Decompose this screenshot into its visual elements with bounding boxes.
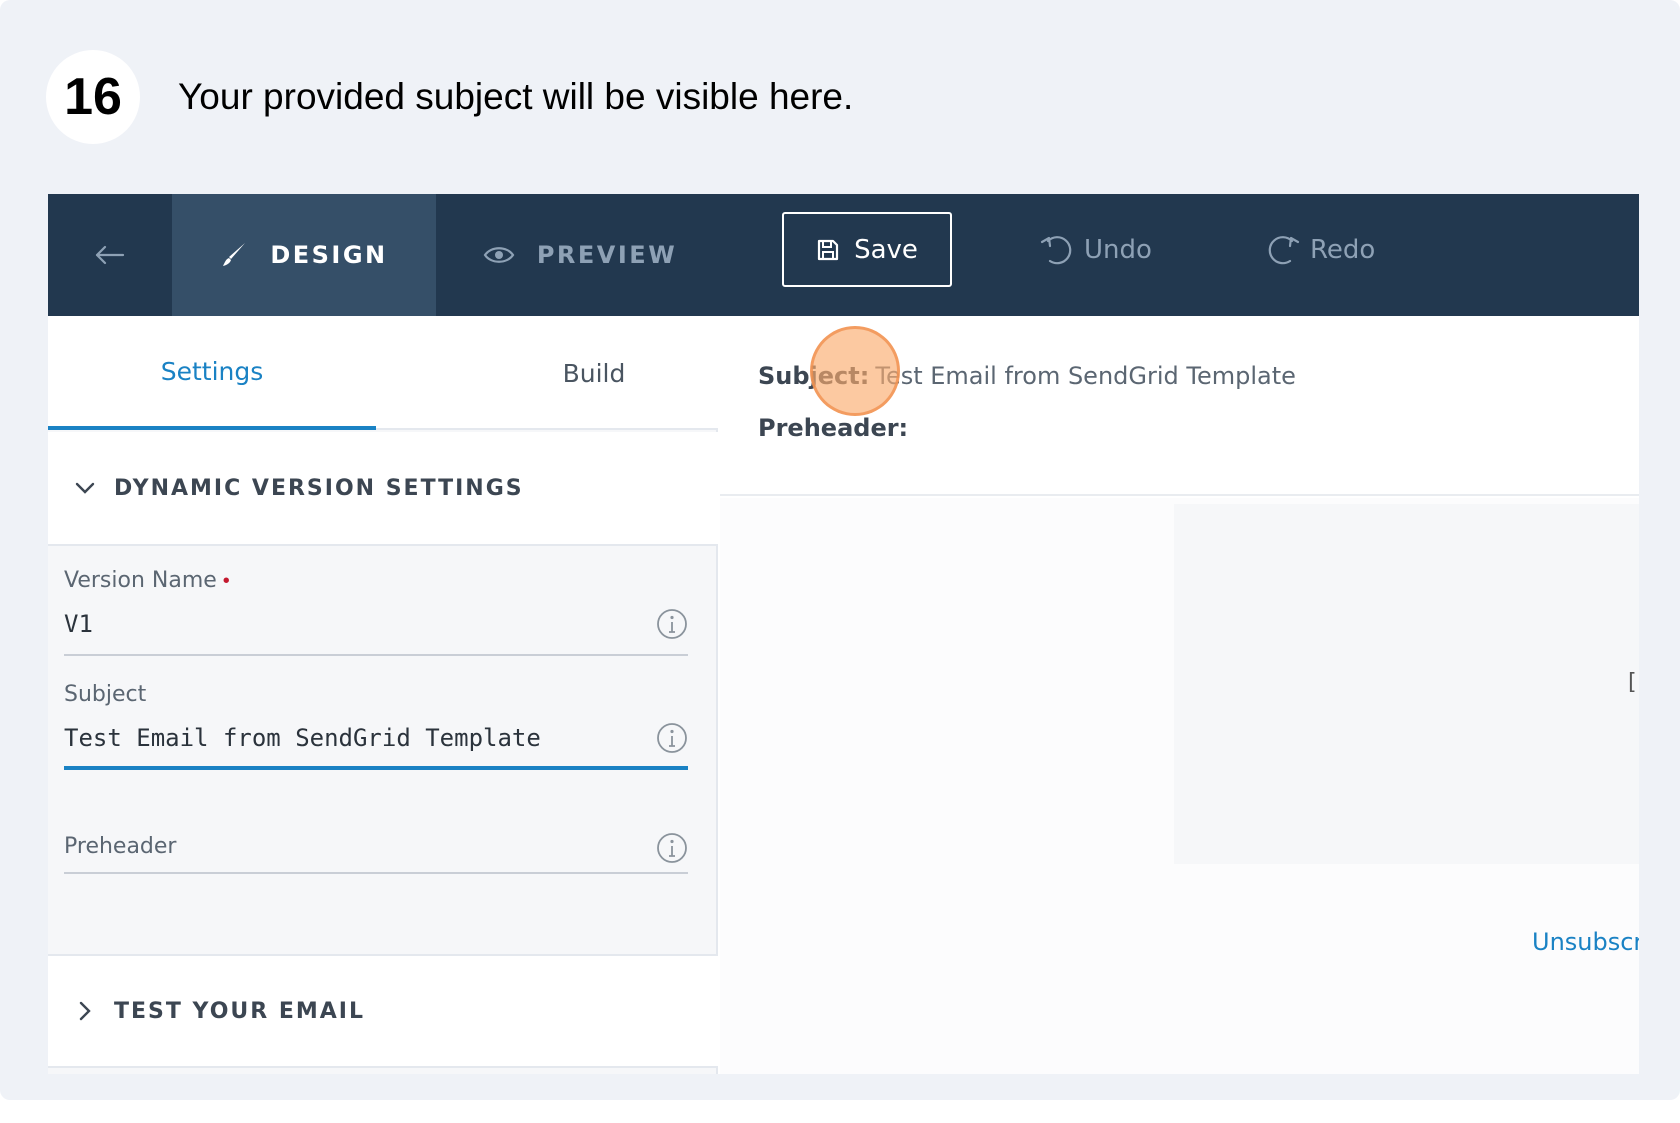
preview-preheader-key: Preheader:: [758, 414, 909, 442]
tab-settings[interactable]: Settings: [48, 316, 376, 430]
email-content-block[interactable]: [1174, 504, 1639, 864]
version-name-input[interactable]: V1: [64, 610, 624, 638]
editor-window: DESIGN PREVIEW Save Undo Redo Settings B…: [48, 194, 1639, 1074]
required-indicator: •: [222, 570, 230, 592]
panel-tabs: Settings Build: [48, 316, 718, 430]
test-your-email-title: TEST YOUR EMAIL: [114, 998, 366, 1024]
test-your-email-header[interactable]: TEST YOUR EMAIL: [48, 954, 718, 1068]
preheader-field: Preheader: [64, 832, 688, 894]
tab-design-label: DESIGN: [270, 241, 388, 269]
version-name-label: Version Name: [64, 568, 217, 593]
brush-icon: [223, 243, 246, 266]
tab-preview-label: PREVIEW: [536, 241, 678, 269]
preview-subject-value: Test Email from SendGrid Template: [875, 362, 1296, 390]
subject-label: Subject: [64, 682, 147, 707]
click-indicator: [810, 326, 900, 416]
undo-icon: [1040, 236, 1072, 265]
unsubscribe-link[interactable]: Unsubscri: [1532, 928, 1639, 956]
subject-underline-active: [64, 766, 688, 770]
subject-field: Subject Test Email from SendGrid Templat…: [64, 682, 688, 782]
tutorial-frame: 16 Your provided subject will be visible…: [0, 0, 1680, 1100]
email-preview-panel: Subject:Test Email from SendGrid Templat…: [720, 316, 1639, 1074]
info-icon[interactable]: [656, 832, 688, 864]
version-name-underline: [64, 654, 688, 656]
preview-preheader-row: Preheader:: [758, 414, 908, 442]
back-button[interactable]: [48, 194, 172, 316]
chevron-down-icon: [75, 482, 95, 494]
version-name-label-row: Version Name •: [64, 568, 688, 593]
save-button-label: Save: [854, 234, 918, 265]
preheader-underline: [64, 872, 688, 874]
editor-toolbar: DESIGN PREVIEW Save Undo Redo: [48, 194, 1639, 316]
cut-off-text: [: [1628, 670, 1637, 695]
info-icon[interactable]: [656, 722, 688, 754]
undo-button[interactable]: Undo: [1040, 224, 1152, 276]
settings-panel: Settings Build DYNAMIC VERSION SETTINGS …: [48, 316, 718, 1074]
preheader-label[interactable]: Preheader: [64, 834, 176, 859]
step-caption: Your provided subject will be visible he…: [178, 76, 854, 117]
dynamic-version-settings-header[interactable]: DYNAMIC VERSION SETTINGS: [48, 432, 718, 546]
eye-icon: [483, 247, 515, 263]
redo-button[interactable]: Redo: [1266, 224, 1375, 276]
redo-icon: [1268, 236, 1300, 265]
floppy-disk-icon: [817, 239, 839, 260]
undo-label: Undo: [1084, 235, 1152, 265]
info-icon[interactable]: [656, 608, 688, 640]
step-number-badge: 16: [46, 50, 140, 144]
version-name-field: Version Name • V1: [64, 568, 688, 668]
email-preview-canvas: [ Unsubscri: [720, 498, 1639, 1074]
tab-build[interactable]: Build: [430, 316, 758, 430]
tab-design[interactable]: DESIGN: [172, 194, 436, 316]
dynamic-version-settings-title: DYNAMIC VERSION SETTINGS: [114, 475, 524, 501]
save-button[interactable]: Save: [782, 212, 952, 287]
redo-label: Redo: [1310, 235, 1376, 265]
arrow-left-icon: [95, 245, 125, 265]
chevron-right-icon: [79, 1001, 91, 1021]
tab-preview[interactable]: PREVIEW: [436, 194, 724, 316]
subject-input[interactable]: Test Email from SendGrid Template: [64, 724, 624, 752]
